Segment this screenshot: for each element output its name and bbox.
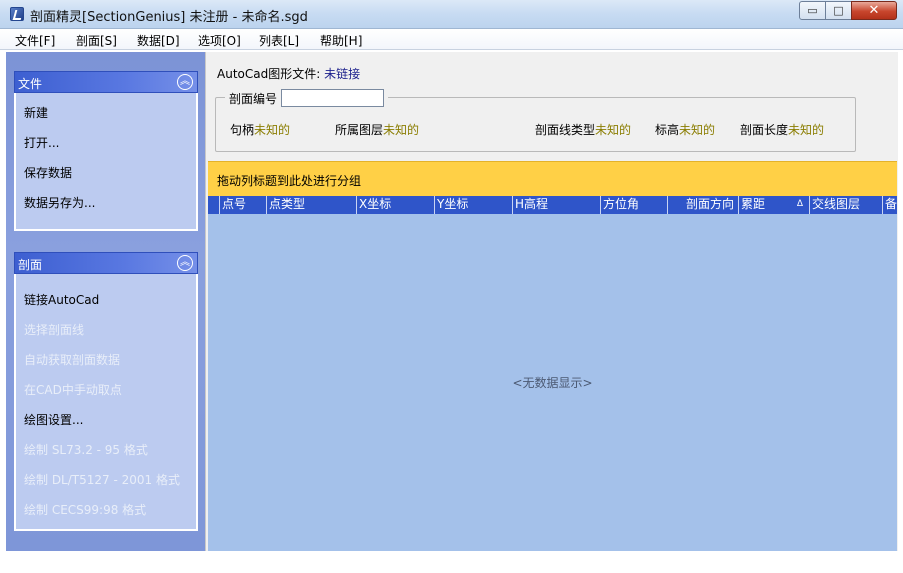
cad-link-status: AutoCad图形文件: 未链接 — [217, 65, 360, 82]
maximize-button[interactable]: □ — [825, 1, 852, 20]
task-manual-pick: 在CAD中手动取点 — [24, 383, 122, 397]
main-area: AutoCad图形文件: 未链接 剖面编号 句柄未知的 所属图层未知的 剖面线类… — [205, 52, 898, 551]
group-by-hint: 拖动列标题到此处进行分组 — [217, 174, 362, 188]
task-draw-dlt5127: 绘制 DL/T5127 - 2001 格式 — [24, 473, 180, 487]
section-number-legend: 剖面编号 — [225, 89, 389, 107]
column-direction[interactable]: 剖面方向 — [667, 196, 738, 214]
collapse-icon[interactable]: ︽ — [177, 255, 193, 271]
file-group: 文件 ︽ 新建 打开... 保存数据 数据另存为... — [14, 71, 198, 231]
menu-bar: 文件[F] 剖面[S] 数据[D] 选项[O] 列表[L] 帮助[H] — [0, 29, 903, 50]
column-h[interactable]: H高程 — [512, 196, 600, 214]
task-draw-settings[interactable]: 绘图设置... — [16, 405, 196, 435]
column-point-type[interactable]: 点类型 — [266, 196, 356, 214]
task-save-as[interactable]: 数据另存为... — [16, 188, 196, 218]
file-group-header[interactable]: 文件 ︽ — [14, 71, 198, 93]
empty-grid-message: <无数据显示> — [512, 376, 593, 390]
layer-value: 未知的 — [383, 123, 420, 137]
column-y[interactable]: Y坐标 — [434, 196, 512, 214]
task-draw-sl73: 绘制 SL73.2 - 95 格式 — [24, 443, 148, 457]
column-azimuth[interactable]: 方位角 — [600, 196, 667, 214]
column-point-no[interactable]: 点号 — [219, 196, 266, 214]
cad-file-label: AutoCad图形文件: — [217, 67, 321, 81]
menu-help[interactable]: 帮助[H] — [320, 29, 362, 49]
sort-ascending-icon: Δ — [796, 199, 803, 209]
elevation-value: 未知的 — [679, 123, 716, 137]
menu-options[interactable]: 选项[O] — [198, 29, 241, 49]
task-save[interactable]: 保存数据 — [16, 158, 196, 188]
file-group-title: 文件 — [18, 77, 43, 91]
task-open[interactable]: 打开... — [16, 128, 196, 158]
line-type-prop: 剖面线类型未知的 — [535, 123, 632, 137]
app-logo-icon — [10, 7, 24, 21]
column-distance[interactable]: 累距 Δ — [738, 196, 809, 214]
cad-status-value: 未链接 — [324, 67, 361, 81]
section-length-value: 未知的 — [788, 123, 825, 137]
task-auto-get-data: 自动获取剖面数据 — [24, 353, 121, 367]
menu-list[interactable]: 列表[L] — [259, 29, 299, 49]
elevation-prop: 标高未知的 — [655, 123, 716, 137]
section-number-input[interactable] — [281, 89, 385, 107]
task-new[interactable]: 新建 — [16, 98, 196, 128]
window-edge — [898, 52, 903, 551]
minimize-button[interactable]: ▭ — [799, 1, 826, 20]
task-link-autocad[interactable]: 链接AutoCad — [16, 285, 196, 315]
column-x[interactable]: X坐标 — [356, 196, 434, 214]
line-type-value: 未知的 — [595, 123, 632, 137]
task-select-section-line: 选择剖面线 — [24, 323, 85, 337]
window-title: 剖面精灵[SectionGenius] 未注册 - 未命名.sgd — [30, 10, 308, 25]
task-panel: 文件 ︽ 新建 打开... 保存数据 数据另存为... 剖面 ︽ 链接AutoC… — [6, 52, 205, 551]
task-draw-cecs99: 绘制 CECS99:98 格式 — [24, 503, 147, 517]
section-length-prop: 剖面长度未知的 — [740, 123, 825, 137]
section-group-header[interactable]: 剖面 ︽ — [14, 252, 198, 274]
menu-data[interactable]: 数据[D] — [137, 29, 180, 49]
layer-prop: 所属图层未知的 — [335, 123, 420, 137]
title-bar: 剖面精灵[SectionGenius] 未注册 - 未命名.sgd ▭ □ ✕ — [0, 0, 903, 29]
section-number-label: 剖面编号 — [229, 91, 278, 106]
section-info-group: 剖面编号 句柄未知的 所属图层未知的 剖面线类型未知的 标高未知的 剖面长度未知… — [215, 89, 856, 152]
column-distance-label: 累距 — [741, 197, 766, 211]
section-group: 剖面 ︽ 链接AutoCad 选择剖面线 自动获取剖面数据 在CAD中手动取点 … — [14, 252, 198, 531]
column-remark[interactable]: 备 — [882, 196, 897, 214]
grid-body[interactable]: <无数据显示> — [208, 214, 897, 551]
section-group-title: 剖面 — [18, 258, 43, 272]
column-intersect-layer[interactable]: 交线图层 — [809, 196, 882, 214]
close-button[interactable]: ✕ — [851, 1, 897, 20]
group-by-panel[interactable]: 拖动列标题到此处进行分组 — [208, 161, 897, 196]
handle-prop: 句柄未知的 — [230, 123, 291, 137]
menu-file[interactable]: 文件[F] — [15, 29, 55, 49]
window-controls: ▭ □ ✕ — [799, 1, 897, 20]
menu-section[interactable]: 剖面[S] — [76, 29, 117, 49]
handle-value: 未知的 — [254, 123, 291, 137]
collapse-icon[interactable]: ︽ — [177, 74, 193, 90]
grid-header: 点号 点类型 X坐标 Y坐标 H高程 方位角 剖面方向 累距 Δ 交线图层 备 — [208, 196, 897, 214]
